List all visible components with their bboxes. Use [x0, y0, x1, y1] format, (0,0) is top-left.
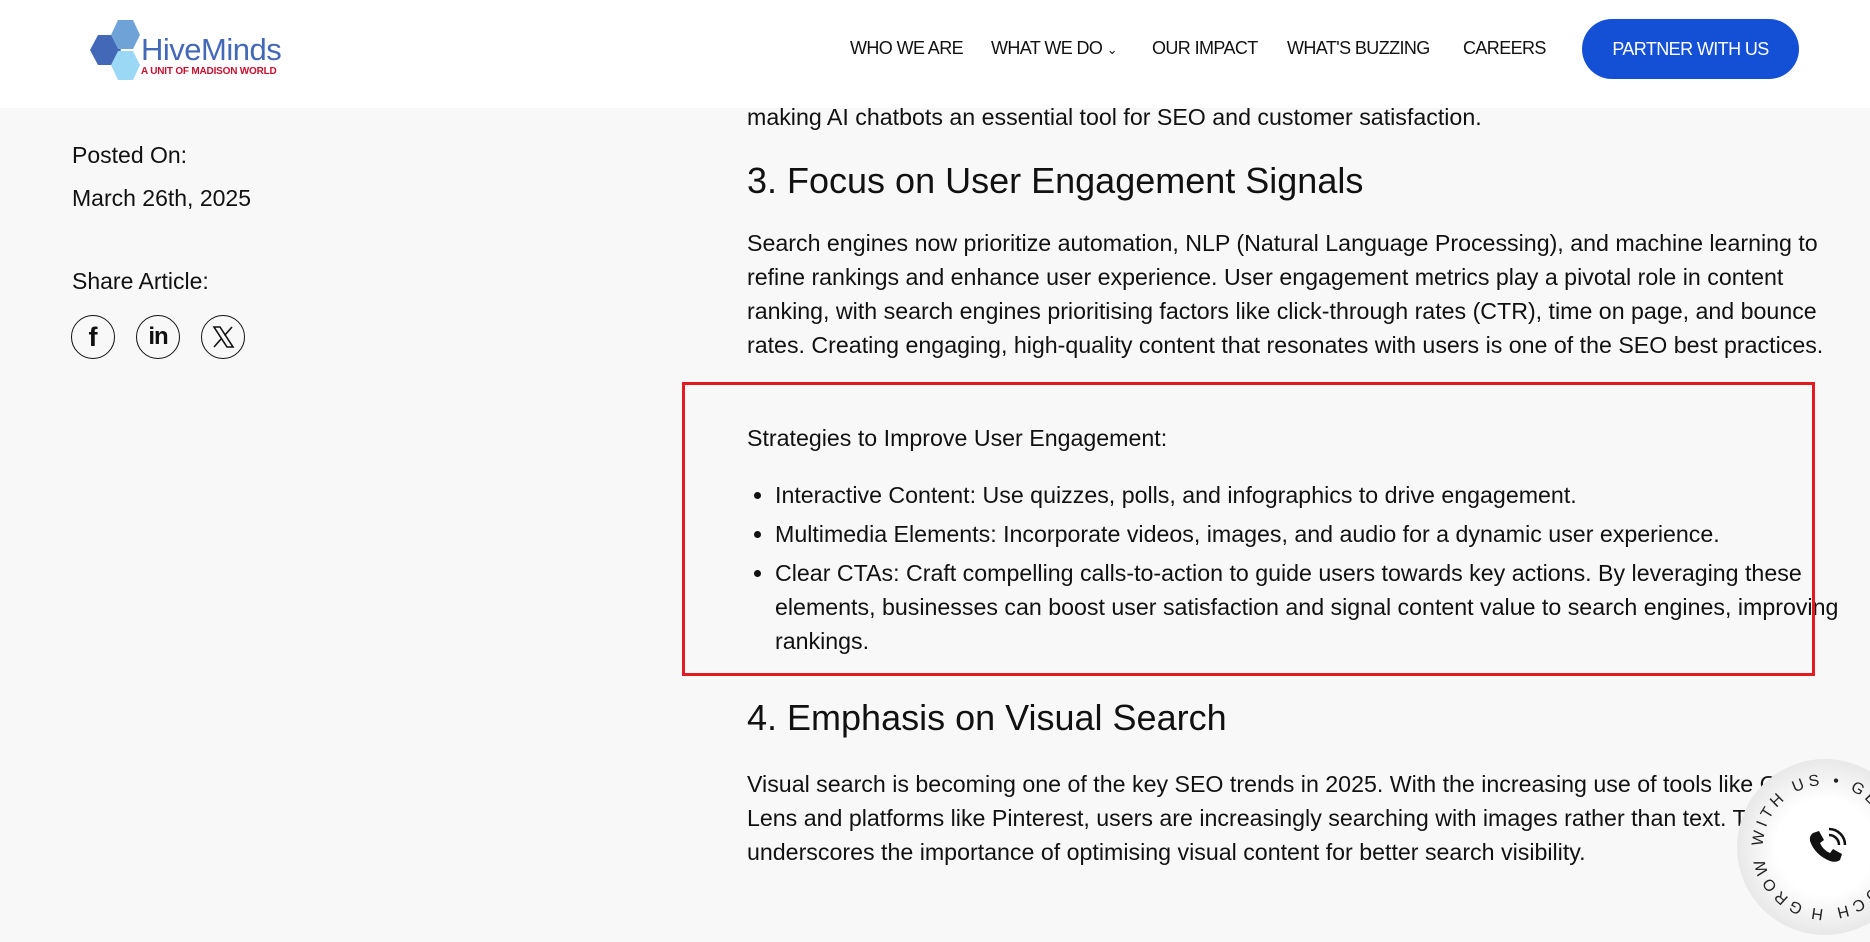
- nav-who-we-are[interactable]: WHO WE ARE: [850, 38, 964, 59]
- logo-tagline: A UNIT OF MADISON WORLD: [141, 66, 277, 77]
- x-share-button[interactable]: [201, 315, 245, 359]
- chevron-down-icon: ⌄: [1106, 42, 1118, 57]
- nav-what-we-do-label: WHAT WE DO: [991, 38, 1103, 58]
- nav-what-we-do[interactable]: WHAT WE DO ⌄: [991, 38, 1118, 59]
- section-3-paragraph: Search engines now prioritize automation…: [747, 230, 1824, 358]
- section-3-heading: 3. Focus on User Engagement Signals: [747, 160, 1364, 201]
- section-4-paragraph: Visual search is becoming one of the key…: [747, 771, 1835, 865]
- nav-our-impact[interactable]: OUR IMPACT: [1152, 38, 1258, 59]
- facebook-icon: f: [88, 321, 98, 352]
- partner-with-us-button[interactable]: PARTNER WITH US: [1582, 19, 1799, 79]
- share-article-label: Share Article:: [72, 268, 209, 294]
- contact-badge[interactable]: GROW WITH US • GET IN TOUCH HERE •: [1695, 741, 1870, 942]
- linkedin-icon: in: [148, 323, 168, 350]
- posted-on-label: Posted On:: [72, 142, 188, 168]
- contact-badge-graphic: GROW WITH US • GET IN TOUCH HERE •: [1695, 741, 1870, 942]
- nav-careers[interactable]: CAREERS: [1463, 38, 1546, 59]
- linkedin-share-button[interactable]: in: [136, 315, 180, 359]
- nav-whats-buzzing[interactable]: WHAT'S BUZZING: [1287, 38, 1430, 59]
- posted-date: March 26th, 2025: [72, 185, 252, 211]
- facebook-share-button[interactable]: f: [71, 315, 115, 359]
- logo-name: HiveMinds: [141, 32, 282, 67]
- section-4-heading: 4. Emphasis on Visual Search: [747, 697, 1227, 738]
- x-icon: [212, 326, 235, 348]
- hiveminds-logo[interactable]: HiveMinds A UNIT OF MADISON WORLD: [88, 18, 308, 82]
- site-header: HiveMinds A UNIT OF MADISON WORLD WHO WE…: [0, 0, 1870, 108]
- highlight-box: [682, 382, 1815, 676]
